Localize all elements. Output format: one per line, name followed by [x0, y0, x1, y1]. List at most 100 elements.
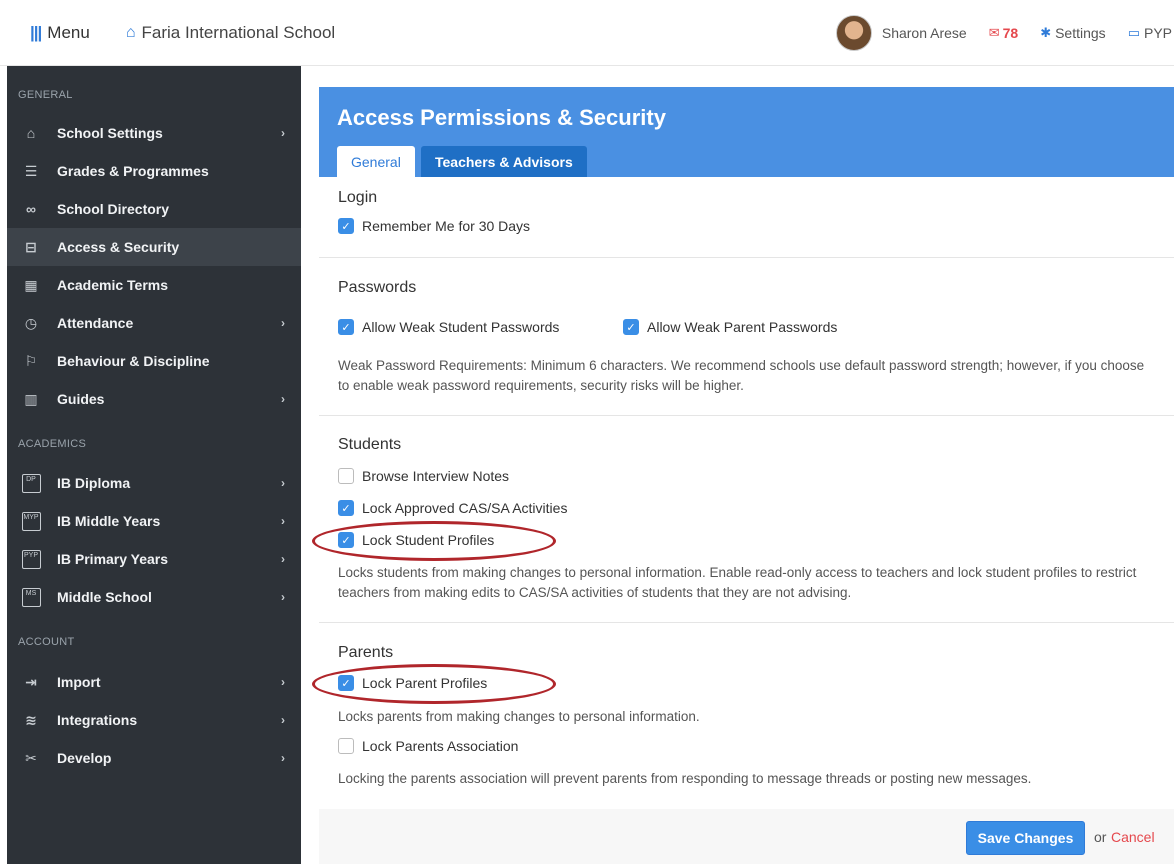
- monitor-icon: ▭: [1127, 25, 1140, 40]
- sidebar-item-label: Middle School: [57, 589, 152, 605]
- sidebar-item-ib-primary-years[interactable]: PYP IB Primary Years ›: [7, 540, 301, 578]
- mail-count: 78: [1002, 25, 1019, 41]
- sidebar-item-access-security[interactable]: ⊟ Access & Security: [7, 228, 301, 266]
- programme-link[interactable]: ▭ PYP: [1128, 25, 1172, 41]
- chevron-right-icon: ›: [281, 392, 285, 406]
- lock-parent-profiles-checkbox[interactable]: ✓ Lock Parent Profiles: [338, 675, 487, 691]
- password-help-text: Weak Password Requirements: Minimum 6 ch…: [338, 358, 1145, 393]
- section-label-academics: ACADEMICS: [18, 438, 87, 450]
- layers-icon: ≋: [25, 711, 37, 728]
- messages-link[interactable]: ✉ 78: [989, 25, 1018, 41]
- chevron-right-icon: ›: [281, 316, 285, 330]
- form-footer: Save Changes or Cancel: [319, 809, 1174, 864]
- lock-cas-activities-checkbox[interactable]: ✓ Lock Approved CAS/SA Activities: [338, 500, 567, 516]
- sidebar-item-label: Academic Terms: [57, 277, 169, 293]
- bank-icon: ⌂: [26, 125, 36, 141]
- tools-icon: ✂: [25, 749, 37, 766]
- sidebar-item-label: School Directory: [57, 201, 170, 217]
- sidebar-item-integrations[interactable]: ≋ Integrations ›: [7, 701, 301, 739]
- menu-button[interactable]: ||| Menu: [30, 23, 90, 43]
- weak-parent-passwords-checkbox[interactable]: ✓ Allow Weak Parent Passwords: [623, 319, 837, 335]
- passwords-section: Passwords ✓ Allow Weak Student Passwords…: [319, 258, 1174, 416]
- avatar[interactable]: [835, 15, 872, 51]
- cancel-link[interactable]: Cancel: [1111, 829, 1155, 845]
- dp-icon: DP: [21, 473, 41, 493]
- chevron-right-icon: ›: [281, 514, 285, 528]
- sidebar-item-label: IB Middle Years: [57, 513, 161, 529]
- lock-student-profiles-checkbox[interactable]: ✓ Lock Student Profiles: [338, 532, 494, 548]
- login-section: Login ✓ Remember Me for 30 Days: [319, 177, 1174, 258]
- save-button[interactable]: Save Changes: [966, 821, 1085, 855]
- sidebar-item-guides[interactable]: ▥ Guides ›: [7, 380, 301, 418]
- settings-label: Settings: [1055, 25, 1106, 41]
- lock-icon: ⊟: [25, 238, 37, 255]
- lock-parents-association-checkbox[interactable]: Lock Parents Association: [338, 738, 518, 754]
- checkbox-checked-icon: ✓: [338, 319, 354, 335]
- calendar-clock-icon: ◷: [24, 314, 38, 331]
- tab-general[interactable]: General: [337, 146, 415, 177]
- sidebar-item-import[interactable]: ⇥ Import ›: [7, 663, 301, 701]
- gear-icon: ✱: [1040, 25, 1052, 40]
- sidebar-item-label: Develop: [57, 750, 112, 766]
- parents-section: Parents ✓ Lock Parent Profiles Locks par…: [319, 623, 1174, 809]
- parents-association-help-text: Locking the parents association will pre…: [338, 771, 1032, 786]
- section-label-general: GENERAL: [18, 89, 73, 101]
- chevron-right-icon: ›: [281, 751, 285, 765]
- school-link[interactable]: ⌂ Faria International School: [126, 23, 335, 43]
- sidebar-item-ib-diploma[interactable]: DP IB Diploma ›: [7, 464, 301, 502]
- checkbox-label: Allow Weak Parent Passwords: [647, 319, 838, 335]
- sidebar-item-label: Attendance: [57, 315, 134, 331]
- chevron-right-icon: ›: [281, 675, 285, 689]
- chevron-right-icon: ›: [281, 552, 285, 566]
- programme-label: PYP: [1143, 25, 1172, 41]
- top-bar: ||| Menu ⌂ Faria International School Sh…: [0, 0, 1174, 66]
- calendar-icon: ▦: [24, 276, 38, 293]
- checkbox-checked-icon: ✓: [338, 532, 354, 548]
- checkbox-label: Lock Student Profiles: [362, 532, 495, 548]
- checkbox-label: Lock Parent Profiles: [362, 675, 488, 691]
- ms-icon: MS: [21, 587, 41, 607]
- menu-icon: |||: [30, 22, 42, 42]
- chevron-right-icon: ›: [281, 713, 285, 727]
- remember-me-checkbox[interactable]: ✓ Remember Me for 30 Days: [338, 218, 530, 234]
- sidebar-item-label: Behaviour & Discipline: [57, 353, 210, 369]
- checkbox-label: Browse Interview Notes: [362, 468, 510, 484]
- checkbox-unchecked-icon: [338, 468, 354, 484]
- chevron-right-icon: ›: [281, 126, 285, 140]
- students-section: Students Browse Interview Notes ✓ Lock A…: [319, 416, 1174, 623]
- import-icon: ⇥: [25, 673, 37, 690]
- section-title: Passwords: [338, 279, 417, 296]
- weak-student-passwords-checkbox[interactable]: ✓ Allow Weak Student Passwords: [338, 319, 559, 335]
- browse-interview-notes-checkbox[interactable]: Browse Interview Notes: [338, 468, 509, 484]
- checkbox-label: Allow Weak Student Passwords: [362, 319, 560, 335]
- section-label-account: ACCOUNT: [18, 636, 75, 648]
- checkbox-label: Lock Parents Association: [362, 738, 519, 754]
- sidebar-item-ib-middle-years[interactable]: MYP IB Middle Years ›: [7, 502, 301, 540]
- user-name[interactable]: Sharon Arese: [882, 25, 967, 41]
- settings-link[interactable]: ✱ Settings: [1040, 25, 1106, 41]
- list-icon: ☰: [24, 162, 38, 179]
- menu-label: Menu: [47, 22, 90, 42]
- sidebar-item-label: Guides: [57, 391, 105, 407]
- map-icon: ▥: [24, 390, 38, 407]
- section-title: Parents: [338, 644, 394, 661]
- sidebar-item-behaviour-discipline[interactable]: ⚐ Behaviour & Discipline: [7, 342, 301, 380]
- sidebar-item-middle-school[interactable]: MS Middle School ›: [7, 578, 301, 616]
- sidebar-item-label: School Settings: [57, 125, 163, 141]
- sidebar-item-develop[interactable]: ✂ Develop ›: [7, 739, 301, 777]
- sidebar-item-school-directory[interactable]: ∞ School Directory: [7, 190, 301, 228]
- envelope-icon: ✉: [988, 25, 1000, 40]
- panel-header: Access Permissions & Security General Te…: [319, 87, 1174, 177]
- sidebar-item-school-settings[interactable]: ⌂ School Settings ›: [7, 114, 301, 152]
- sidebar-item-grades-programmes[interactable]: ☰ Grades & Programmes: [7, 152, 301, 190]
- checkbox-unchecked-icon: [338, 738, 354, 754]
- sidebar-item-label: Integrations: [57, 712, 138, 728]
- flag-icon: ⚐: [24, 352, 38, 369]
- sidebar-item-attendance[interactable]: ◷ Attendance ›: [7, 304, 301, 342]
- sidebar-item-label: Access & Security: [57, 239, 180, 255]
- home-icon: ⌂: [125, 23, 136, 41]
- tab-teachers-advisors[interactable]: Teachers & Advisors: [421, 146, 587, 177]
- page-title: Access Permissions & Security: [337, 105, 666, 130]
- students-help-text: Locks students from making changes to pe…: [338, 565, 1137, 600]
- sidebar-item-academic-terms[interactable]: ▦ Academic Terms: [7, 266, 301, 304]
